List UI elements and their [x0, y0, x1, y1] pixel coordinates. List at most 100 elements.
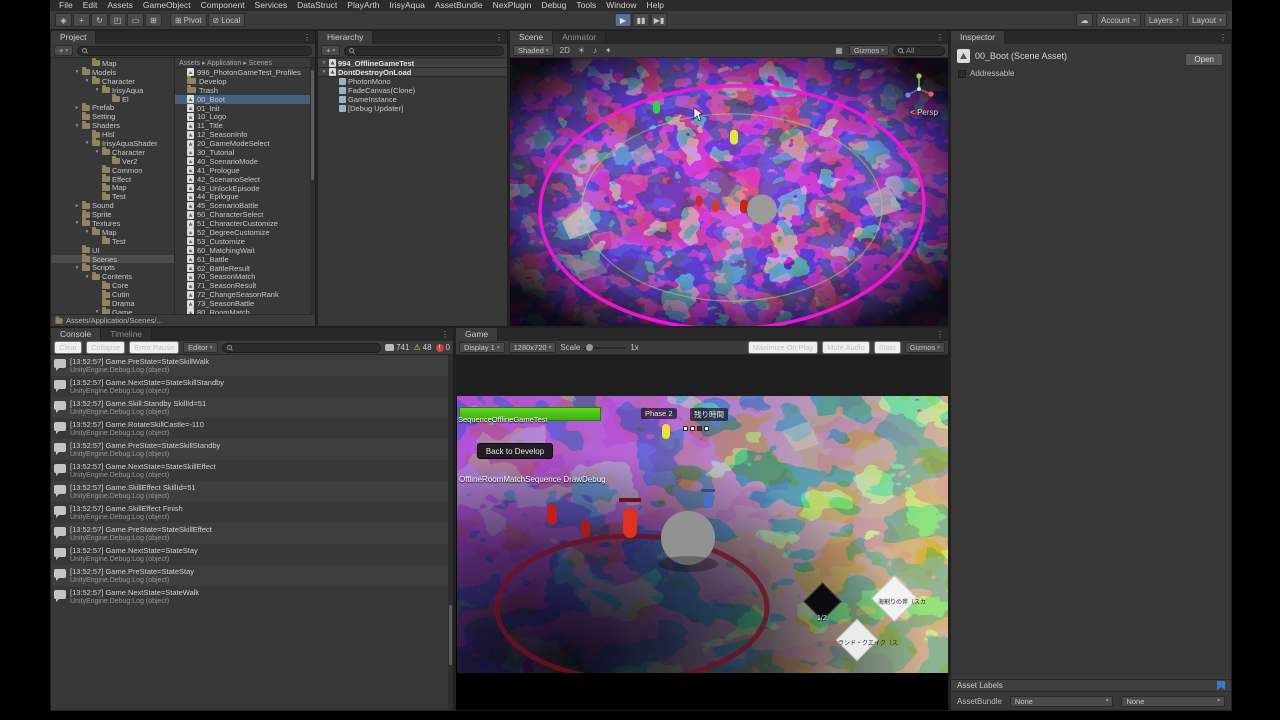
menu-item[interactable]: Services: [250, 0, 293, 11]
project-file-item[interactable]: 41_Prologue: [175, 166, 315, 175]
scene-tab[interactable]: Scene: [510, 31, 554, 44]
console-scrollbar[interactable]: [448, 355, 453, 710]
perspective-label[interactable]: < Persp: [910, 108, 938, 117]
game-render-frame[interactable]: SequenceOfflineGameTest Phase 2 残り時間 Bac…: [457, 396, 948, 673]
expander-icon[interactable]: ▾: [74, 220, 80, 226]
folder-tree-item[interactable]: Setting: [51, 111, 174, 121]
project-file-item[interactable]: 62_BattleResult: [175, 264, 315, 273]
menu-item[interactable]: NexPlugin: [488, 0, 537, 11]
error-pause-button[interactable]: Error Pause: [129, 341, 180, 354]
console-log-entry[interactable]: [13:52:57] Game.NextState=StateSkillStan…: [51, 376, 453, 397]
files-scrollbar[interactable]: [310, 58, 315, 315]
expander-icon[interactable]: ▾: [84, 229, 90, 235]
clear-button[interactable]: Clear: [54, 341, 82, 354]
project-file-item[interactable]: 12_SeasonInfo: [175, 130, 315, 139]
tab-game[interactable]: Game: [456, 328, 499, 341]
effects-toggle-icon[interactable]: [603, 45, 614, 56]
expander-icon[interactable]: ▾: [84, 140, 90, 146]
console-log-entry[interactable]: [13:52:57] Game.NextState=StateWalk Unit…: [51, 586, 453, 607]
project-file-item[interactable]: 10_Logo: [175, 112, 315, 121]
project-file-item[interactable]: 52_DegreeCustomize: [175, 228, 315, 237]
console-log-entry[interactable]: [13:52:57] Game.NextState=StateSkillEffe…: [51, 460, 453, 481]
scene-orientation-gizmo[interactable]: [902, 72, 936, 111]
project-file-item[interactable]: 53_Customize: [175, 237, 315, 246]
gizmos-dropdown[interactable]: Gizmos: [848, 45, 889, 56]
project-file-item[interactable]: 70_SeasonMatch: [175, 272, 315, 281]
expander-icon[interactable]: ▾: [84, 274, 90, 280]
scale-slider-thumb[interactable]: [586, 343, 594, 351]
folder-tree-item[interactable]: El: [51, 94, 174, 104]
folder-tree-item[interactable]: ▾ Contents: [51, 271, 174, 281]
console-log-entry[interactable]: [13:52:57] Game.PreState=StateSkillEffec…: [51, 523, 453, 544]
pause-button[interactable]: ▮▮: [632, 13, 650, 27]
scale-slider[interactable]: [584, 343, 627, 351]
menu-item[interactable]: Edit: [78, 0, 103, 11]
console-log-entry[interactable]: [13:52:57] Game.SkillEffect SkillId=51 U…: [51, 481, 453, 502]
folder-tree-item[interactable]: Drama: [51, 298, 174, 308]
folder-tree-item[interactable]: ▾ Map: [51, 227, 174, 237]
grid-toggle-icon[interactable]: [833, 45, 845, 56]
hierarchy-item[interactable]: PhotonMono: [318, 77, 507, 86]
folder-tree-item[interactable]: Test: [51, 191, 174, 201]
project-file-item[interactable]: 51_CharacterCustomize: [175, 219, 315, 228]
game-viewport[interactable]: SequenceOfflineGameTest Phase 2 残り時間 Bac…: [456, 355, 948, 710]
console-search-input[interactable]: [221, 342, 382, 353]
project-file-item[interactable]: 42_ScenarioSelect: [175, 175, 315, 184]
layout-dropdown[interactable]: Layout: [1186, 13, 1227, 27]
project-file-item[interactable]: 50_CharacterSelect: [175, 210, 315, 219]
folder-tree-item[interactable]: Test: [51, 236, 174, 246]
project-file-item[interactable]: 00_Boot: [175, 95, 315, 104]
folder-tree-item[interactable]: Map: [51, 58, 174, 68]
folder-tree-item[interactable]: UI: [51, 245, 174, 255]
panel-menu-icon[interactable]: [491, 31, 507, 44]
layers-dropdown[interactable]: Layers: [1143, 13, 1184, 27]
folder-tree-item[interactable]: ▸ Sound: [51, 200, 174, 210]
editor-dropdown[interactable]: Editor: [183, 342, 218, 353]
account-dropdown[interactable]: Account: [1096, 13, 1141, 27]
project-file-item[interactable]: Trash: [175, 85, 315, 95]
console-log-entry[interactable]: [13:52:57] Game.Skill:Standby SkillId=51…: [51, 397, 453, 418]
collapse-button[interactable]: Collapse: [85, 341, 126, 354]
panel-menu-icon[interactable]: [437, 328, 453, 341]
project-file-item[interactable]: 01_Init: [175, 104, 315, 113]
asset-labels-header[interactable]: Asset Labels: [951, 680, 1231, 692]
console-log-entry[interactable]: [13:52:57] Game.PreState=StateStay Unity…: [51, 565, 453, 586]
expander-icon[interactable]: ▾: [94, 149, 100, 155]
menu-item[interactable]: AssetBundle: [430, 0, 488, 11]
project-file-item[interactable]: 11_Title: [175, 121, 315, 130]
project-file-item[interactable]: 30_Tutorial: [175, 148, 315, 157]
expander-icon[interactable]: ▾: [74, 265, 80, 271]
folder-tree-item[interactable]: ▾ Models: [51, 67, 174, 77]
project-breadcrumb[interactable]: Assets ▸ Application ▸ Scenes: [175, 58, 315, 68]
hierarchy-item[interactable]: GameInstance: [318, 95, 507, 104]
console-log-entry[interactable]: [13:52:57] Game.PreState=StateSkillStand…: [51, 439, 453, 460]
tab-inspector[interactable]: Inspector: [951, 31, 1005, 44]
assetbundle-dropdown[interactable]: None: [1009, 695, 1114, 707]
menu-item[interactable]: IrisyAqua: [384, 0, 429, 11]
expander-icon[interactable]: ▸: [74, 203, 80, 209]
warning-count[interactable]: ⚠ 48: [413, 343, 431, 352]
menu-item[interactable]: DataStruct: [292, 0, 342, 11]
console-log-entry[interactable]: [13:52:57] Game.PreState=StateSkillWalk …: [51, 355, 453, 376]
stats-toggle[interactable]: Stats: [873, 341, 901, 354]
folder-tree-item[interactable]: Sprite: [51, 209, 174, 219]
tab-hierarchy[interactable]: Hierarchy: [318, 31, 374, 44]
project-file-item[interactable]: 45_ScenarioBattle: [175, 201, 315, 210]
hand-tool[interactable]: ◈: [55, 13, 72, 27]
folder-tree-item[interactable]: Hlsl: [51, 129, 174, 139]
play-button[interactable]: ▶: [614, 13, 632, 27]
menu-item[interactable]: Tools: [571, 0, 601, 11]
error-count[interactable]: ! 0: [435, 343, 450, 352]
folder-tree-item[interactable]: Cutin: [51, 289, 174, 299]
lighting-toggle-icon[interactable]: [576, 45, 587, 56]
panel-menu-icon[interactable]: [932, 31, 948, 44]
folder-tree-item[interactable]: ▸ Prefab: [51, 102, 174, 112]
folder-tree-item[interactable]: ▾ Character: [51, 76, 174, 86]
folder-tree-item[interactable]: Core: [51, 280, 174, 290]
create-object-button[interactable]: +: [321, 45, 341, 56]
project-file-item[interactable]: 20_GameModeSelect: [175, 139, 315, 148]
folder-tree-item[interactable]: Map: [51, 182, 174, 192]
info-count[interactable]: 741: [385, 343, 409, 352]
checkbox-icon[interactable]: [958, 69, 966, 78]
resolution-dropdown[interactable]: 1280x720: [508, 342, 557, 353]
